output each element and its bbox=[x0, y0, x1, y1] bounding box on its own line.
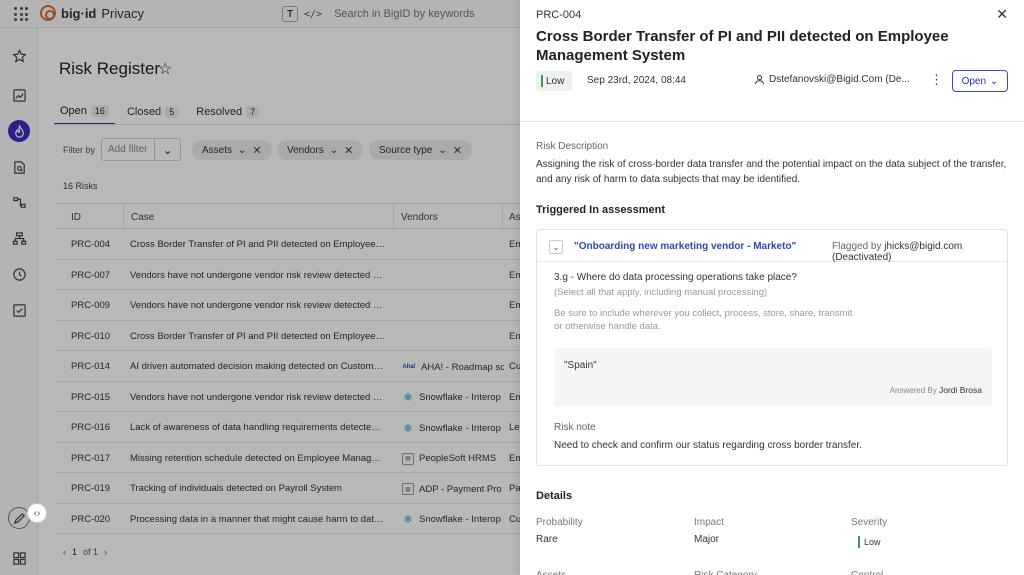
probability-value: Rare bbox=[536, 534, 558, 545]
triggered-heading: Triggered In assessment bbox=[536, 204, 665, 216]
chevron-down-icon: ⌄ bbox=[990, 75, 999, 87]
answered-by-user: Jordi Brosa bbox=[939, 385, 982, 395]
question-text: 3.g - Where do data processing operation… bbox=[554, 272, 797, 283]
risk-category-label: Risk Category bbox=[694, 570, 757, 575]
more-options-icon[interactable]: ⋮ bbox=[930, 72, 943, 88]
severity-value: Low bbox=[856, 536, 881, 548]
details-heading: Details bbox=[536, 490, 573, 502]
severity-badge: Low bbox=[536, 71, 573, 91]
status-dropdown-button[interactable]: Open ⌄ bbox=[952, 70, 1008, 92]
flagged-by: Flagged by jhicks@bigid.com (Deactivated… bbox=[832, 241, 1007, 263]
question-help: Be sure to include wherever you collect,… bbox=[554, 308, 853, 332]
risk-note-label: Risk note bbox=[554, 422, 596, 433]
risk-owner[interactable]: Dstefanovski@Bigid.Com (De... bbox=[754, 74, 910, 85]
risk-description: Assigning the risk of cross-border data … bbox=[536, 159, 1007, 185]
drawer-header: PRC-004 ✕ Cross Border Transfer of PI an… bbox=[520, 0, 1024, 122]
close-icon[interactable]: ✕ bbox=[996, 6, 1008, 23]
modal-backdrop[interactable] bbox=[0, 0, 520, 575]
severity-label: Severity bbox=[851, 517, 888, 528]
probability-label: Probability bbox=[536, 517, 583, 528]
answer-box: "Spain" Answered By Jordi Brosa bbox=[554, 348, 992, 406]
answered-by-label: Answered By bbox=[889, 386, 937, 395]
user-icon bbox=[754, 75, 765, 85]
risk-id: PRC-004 bbox=[536, 9, 582, 21]
impact-value: Major bbox=[694, 534, 720, 545]
risk-detail-drawer: PRC-004 ✕ Cross Border Transfer of PI an… bbox=[520, 0, 1024, 575]
owner-email: Dstefanovski@Bigid.Com (De... bbox=[769, 74, 910, 85]
assessment-link[interactable]: "Onboarding new marketing vendor - Marke… bbox=[574, 241, 796, 252]
chevron-down-icon[interactable]: ⌄ bbox=[549, 240, 563, 254]
flagged-by-label: Flagged by bbox=[832, 241, 882, 252]
assets-label: Assets bbox=[536, 570, 566, 575]
collapse-nav-icon[interactable]: ‹› bbox=[27, 503, 47, 523]
question-hint: (Select all that apply, including manual… bbox=[554, 287, 768, 298]
risk-description-label: Risk Description bbox=[536, 141, 609, 152]
assessment-header: ⌄ "Onboarding new marketing vendor - Mar… bbox=[537, 230, 1007, 263]
answer-value: "Spain" bbox=[564, 360, 597, 371]
assessment-card: ⌄ "Onboarding new marketing vendor - Mar… bbox=[536, 229, 1008, 466]
risk-note: Need to check and confirm our status reg… bbox=[554, 440, 862, 451]
risk-date: Sep 23rd, 2024, 08:44 bbox=[587, 75, 686, 86]
control-label: Control bbox=[851, 570, 883, 575]
impact-label: Impact bbox=[694, 517, 725, 528]
status-label: Open bbox=[961, 75, 987, 87]
answered-by: Answered By Jordi Brosa bbox=[890, 385, 982, 395]
risk-title: Cross Border Transfer of PI and PII dete… bbox=[536, 28, 949, 64]
